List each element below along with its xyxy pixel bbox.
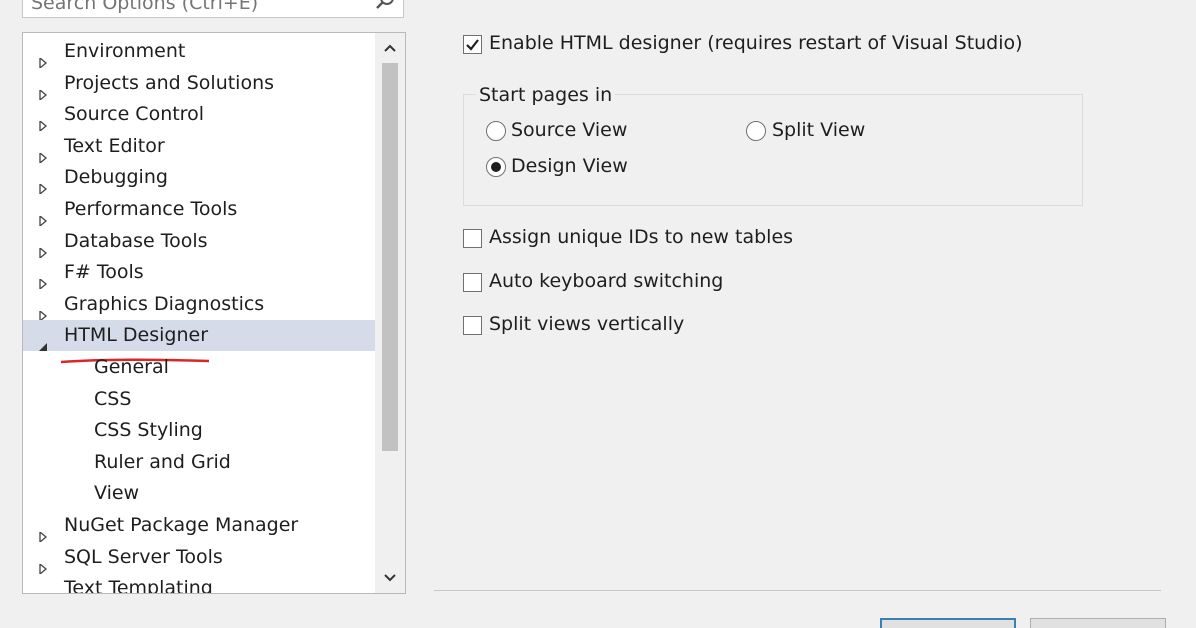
- search-icon[interactable]: [375, 0, 397, 15]
- tree-item-sql-server-tools[interactable]: SQL Server Tools: [23, 542, 375, 575]
- tree-item-projects-and-solutions[interactable]: Projects and Solutions: [23, 68, 375, 101]
- tree-item-css[interactable]: CSS: [23, 384, 375, 415]
- tree-item-label: Performance Tools: [64, 198, 238, 220]
- enable-designer-checkbox[interactable]: [463, 35, 482, 54]
- assign-ids-checkbox[interactable]: [463, 229, 482, 248]
- tree-item-label: SQL Server Tools: [64, 545, 223, 568]
- scroll-down-icon[interactable]: [379, 567, 401, 589]
- auto-keyboard-label: Auto keyboard switching: [489, 270, 724, 292]
- split-vertically-checkbox[interactable]: [463, 316, 482, 335]
- tree-item-ruler-and-grid[interactable]: Ruler and Grid: [23, 447, 375, 478]
- tree-item-label: Text Editor: [64, 134, 165, 157]
- tree-item-text-templating[interactable]: Text Templating: [23, 573, 375, 593]
- tree-item-label: Source Control: [64, 103, 204, 126]
- options-tree-list: Environment Projects and Solutions Source …: [23, 33, 375, 593]
- tree-item-label: Graphics Diagnostics: [64, 292, 265, 315]
- tree-item-performance-tools[interactable]: Performance Tools: [23, 194, 375, 228]
- collapsed-triangle-icon[interactable]: [38, 553, 48, 575]
- design-view-label: Design View: [511, 155, 628, 177]
- options-tree[interactable]: Environment Projects and Solutions Source …: [22, 32, 406, 594]
- collapsed-triangle-icon[interactable]: [38, 142, 48, 165]
- tree-item-html-designer[interactable]: HTML Designer: [23, 320, 375, 364]
- tree-item-text-editor[interactable]: Text Editor: [23, 131, 375, 165]
- tree-scrollbar[interactable]: [375, 33, 405, 593]
- split-view-radio[interactable]: [746, 121, 766, 141]
- auto-keyboard-checkbox[interactable]: [463, 273, 482, 292]
- enable-designer-label: Enable HTML designer (requires restart o…: [489, 32, 1023, 54]
- search-box[interactable]: [22, 0, 404, 18]
- tree-item-graphics-diagnostics[interactable]: Graphics Diagnostics: [23, 289, 375, 323]
- expanded-triangle-icon[interactable]: [38, 331, 48, 352]
- scrollbar-thumb[interactable]: [382, 63, 398, 451]
- collapsed-triangle-icon[interactable]: [38, 584, 48, 593]
- tree-item-nuget-package-manager[interactable]: NuGet Package Manager: [23, 510, 375, 544]
- tree-item-label: General: [94, 356, 169, 378]
- tree-item-css-styling[interactable]: CSS Styling: [23, 415, 375, 446]
- tree-item-label: View: [94, 482, 140, 505]
- dialog-divider: [434, 590, 1161, 591]
- tree-item-f-tools[interactable]: F# Tools: [23, 257, 375, 291]
- collapsed-triangle-icon[interactable]: [38, 300, 48, 323]
- collapsed-triangle-icon[interactable]: [38, 79, 48, 101]
- collapsed-triangle-icon[interactable]: [38, 173, 48, 196]
- collapsed-triangle-icon[interactable]: [38, 521, 48, 544]
- scroll-up-icon[interactable]: [379, 37, 401, 59]
- tree-item-label: Text Templating: [64, 577, 213, 593]
- tree-item-label: F# Tools: [64, 261, 144, 284]
- split-view-label: Split View: [772, 119, 866, 141]
- tree-item-view[interactable]: View: [23, 478, 375, 509]
- start-pages-group: [463, 94, 1083, 206]
- start-pages-title: Start pages in: [476, 84, 616, 106]
- source-view-label: Source View: [511, 119, 628, 141]
- tree-item-label: Projects and Solutions: [64, 71, 275, 94]
- collapsed-triangle-icon[interactable]: [38, 47, 48, 70]
- collapsed-triangle-icon[interactable]: [38, 268, 48, 291]
- tree-item-label: CSS: [94, 387, 132, 410]
- tree-item-environment[interactable]: Environment: [23, 36, 375, 70]
- assign-ids-label: Assign unique IDs to new tables: [489, 226, 794, 248]
- tree-item-source-control[interactable]: Source Control: [23, 99, 375, 133]
- tree-item-label: CSS Styling: [94, 419, 203, 442]
- tree-item-label: Debugging: [64, 166, 168, 189]
- ok-button[interactable]: [880, 618, 1016, 628]
- search-input[interactable]: [31, 0, 361, 17]
- tree-item-database-tools[interactable]: Database Tools: [23, 226, 375, 259]
- collapsed-triangle-icon[interactable]: [38, 237, 48, 259]
- radio-selected-dot: [491, 162, 501, 172]
- options-dialog: Environment Projects and Solutions Source …: [0, 0, 1196, 628]
- tree-item-general[interactable]: General: [23, 352, 375, 383]
- source-view-radio[interactable]: [486, 121, 506, 141]
- tree-item-label: Environment: [64, 40, 186, 62]
- tree-item-debugging[interactable]: Debugging: [23, 162, 375, 196]
- design-view-radio[interactable]: [486, 157, 506, 177]
- collapsed-triangle-icon[interactable]: [38, 110, 48, 133]
- tree-item-label: Database Tools: [64, 229, 208, 252]
- collapsed-triangle-icon[interactable]: [38, 205, 48, 228]
- cancel-button[interactable]: [1030, 618, 1166, 628]
- split-vertically-label: Split views vertically: [489, 313, 685, 335]
- tree-item-label: Ruler and Grid: [94, 450, 231, 473]
- tree-item-label: NuGet Package Manager: [64, 514, 299, 536]
